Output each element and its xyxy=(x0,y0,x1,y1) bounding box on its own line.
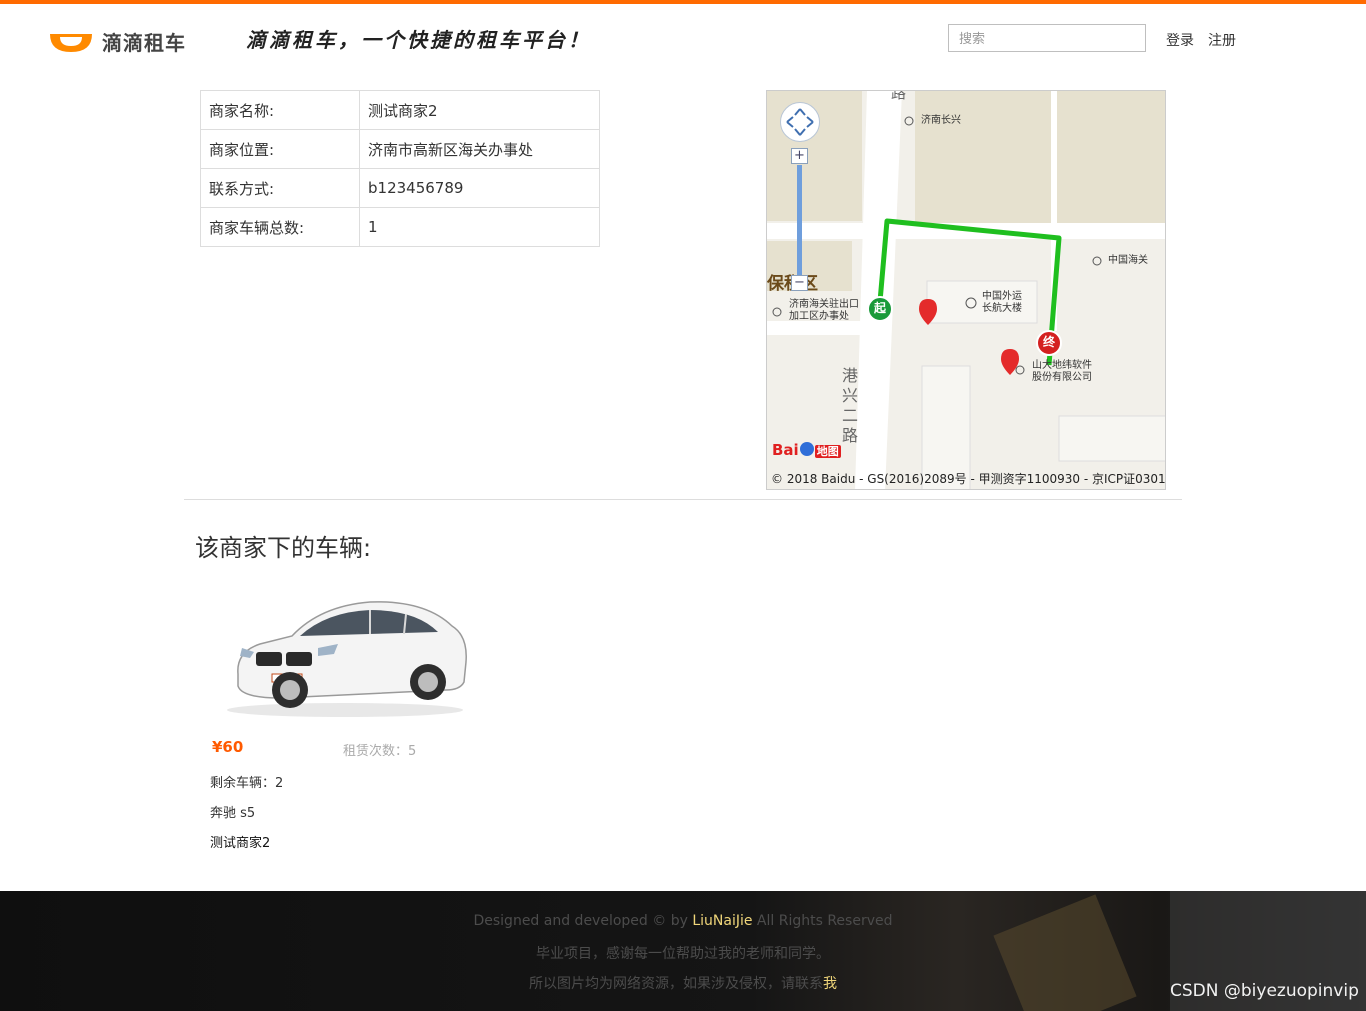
route-start-marker[interactable]: 起 xyxy=(874,302,886,314)
merchant-contact-value: b123456789 xyxy=(359,168,600,208)
merchant-name-value: 测试商家2 xyxy=(359,90,600,130)
merchant-location-label: 商家位置: xyxy=(200,129,360,169)
car-card[interactable]: ¥60 租赁次数：5 剩余车辆：2 奔驰 s5 测试商家2 xyxy=(210,580,480,851)
merchant-location-value: 济南市高新区海关办事处 xyxy=(359,129,600,169)
table-row: 商家车辆总数: 1 xyxy=(200,207,600,247)
header: 滴滴租车 滴滴租车，一个快捷的租车平台！ 登录 注册 xyxy=(0,4,1366,70)
car-price: ¥60 xyxy=(212,738,244,756)
table-row: 商家名称: 测试商家2 xyxy=(200,90,600,130)
merchant-name-label: 商家名称: xyxy=(200,90,360,130)
footer-disclaimer-text: 所以图片均为网络资源，如果涉及侵权，请联系 xyxy=(529,976,823,992)
car-photo-icon[interactable] xyxy=(220,582,470,722)
search-input[interactable] xyxy=(948,24,1146,52)
merchant-info-table: 商家名称: 测试商家2 商家位置: 济南市高新区海关办事处 联系方式: b123… xyxy=(200,90,600,247)
car-rent-count: 租赁次数：5 xyxy=(343,744,417,759)
pan-arrows-icon xyxy=(786,108,814,136)
map-poi-label: 中国海关 xyxy=(1108,255,1148,266)
map-poi-label: 中国外运 长航大楼 xyxy=(982,291,1022,314)
baidu-logo-text: Bai xyxy=(772,441,799,459)
baidu-paw-icon xyxy=(799,442,814,456)
map-poi-label: 济南海关驻出口 加工区办事处 xyxy=(789,299,859,322)
site-slogan: 滴滴租车，一个快捷的租车平台！ xyxy=(246,28,591,52)
baidu-map-logo[interactable]: Bai 地图 xyxy=(772,441,841,459)
merchant-car-total-label: 商家车辆总数: xyxy=(200,207,360,247)
table-row: 商家位置: 济南市高新区海关办事处 xyxy=(200,129,600,169)
csdn-watermark: CSDN @biyezuopinvip xyxy=(1170,981,1359,1001)
map-copyright: © 2018 Baidu - GS(2016)2089号 - 甲测资字11009… xyxy=(771,472,1166,486)
map-poi-label: 山大地纬软件 股份有限公司 xyxy=(1032,360,1092,383)
map-canvas[interactable] xyxy=(767,91,1166,490)
contact-me-link[interactable]: 我 xyxy=(823,976,837,992)
map-zoom-out-button[interactable]: − xyxy=(791,275,808,291)
footer-credits-prefix: Designed and developed © by xyxy=(473,913,693,929)
car-merchant[interactable]: 测试商家2 xyxy=(210,832,270,851)
map-road-label: 港兴二路 xyxy=(839,367,858,447)
footer-credits: Designed and developed © by LiuNaiJie Al… xyxy=(0,913,1366,929)
car-name[interactable]: 奔驰 s5 xyxy=(210,802,255,821)
footer-credits-suffix: All Rights Reserved xyxy=(752,913,893,929)
route-end-marker[interactable]: 终 xyxy=(1043,336,1055,348)
map-pan-control[interactable] xyxy=(780,102,820,142)
table-row: 联系方式: b123456789 xyxy=(200,168,600,208)
site-logo[interactable]: 滴滴租车 xyxy=(48,26,238,56)
section-divider xyxy=(184,499,1182,500)
map-poi-label: 济南长兴 xyxy=(921,115,961,126)
author-link[interactable]: LiuNaiJie xyxy=(692,913,752,929)
logo-icon xyxy=(50,34,92,52)
map-zoom-in-button[interactable]: + xyxy=(791,148,808,164)
car-remaining: 剩余车辆：2 xyxy=(210,776,284,791)
login-link[interactable]: 登录 xyxy=(1166,30,1194,50)
map-zoom-slider[interactable] xyxy=(797,165,802,279)
footer: Designed and developed © by LiuNaiJie Al… xyxy=(0,891,1366,1011)
footer-thanks: 毕业项目，感谢每一位帮助过我的老师和同学。 xyxy=(536,946,830,962)
logo-text: 滴滴租车 xyxy=(102,31,186,55)
section-title: 该商家下的车辆: xyxy=(195,534,372,562)
register-link[interactable]: 注册 xyxy=(1208,30,1236,50)
merchant-car-total-value: 1 xyxy=(359,207,600,247)
baidu-logo-ditu: 地图 xyxy=(814,445,841,458)
merchant-contact-label: 联系方式: xyxy=(200,168,360,208)
baidu-map[interactable]: 路 济南长兴 中国海关 保税区 济南海关驻出口 加工区办事处 中国外运 长航大楼… xyxy=(766,90,1166,490)
footer-disclaimer: 所以图片均为网络资源，如果涉及侵权，请联系我 xyxy=(0,973,1366,993)
map-road-label: 路 xyxy=(891,90,907,102)
